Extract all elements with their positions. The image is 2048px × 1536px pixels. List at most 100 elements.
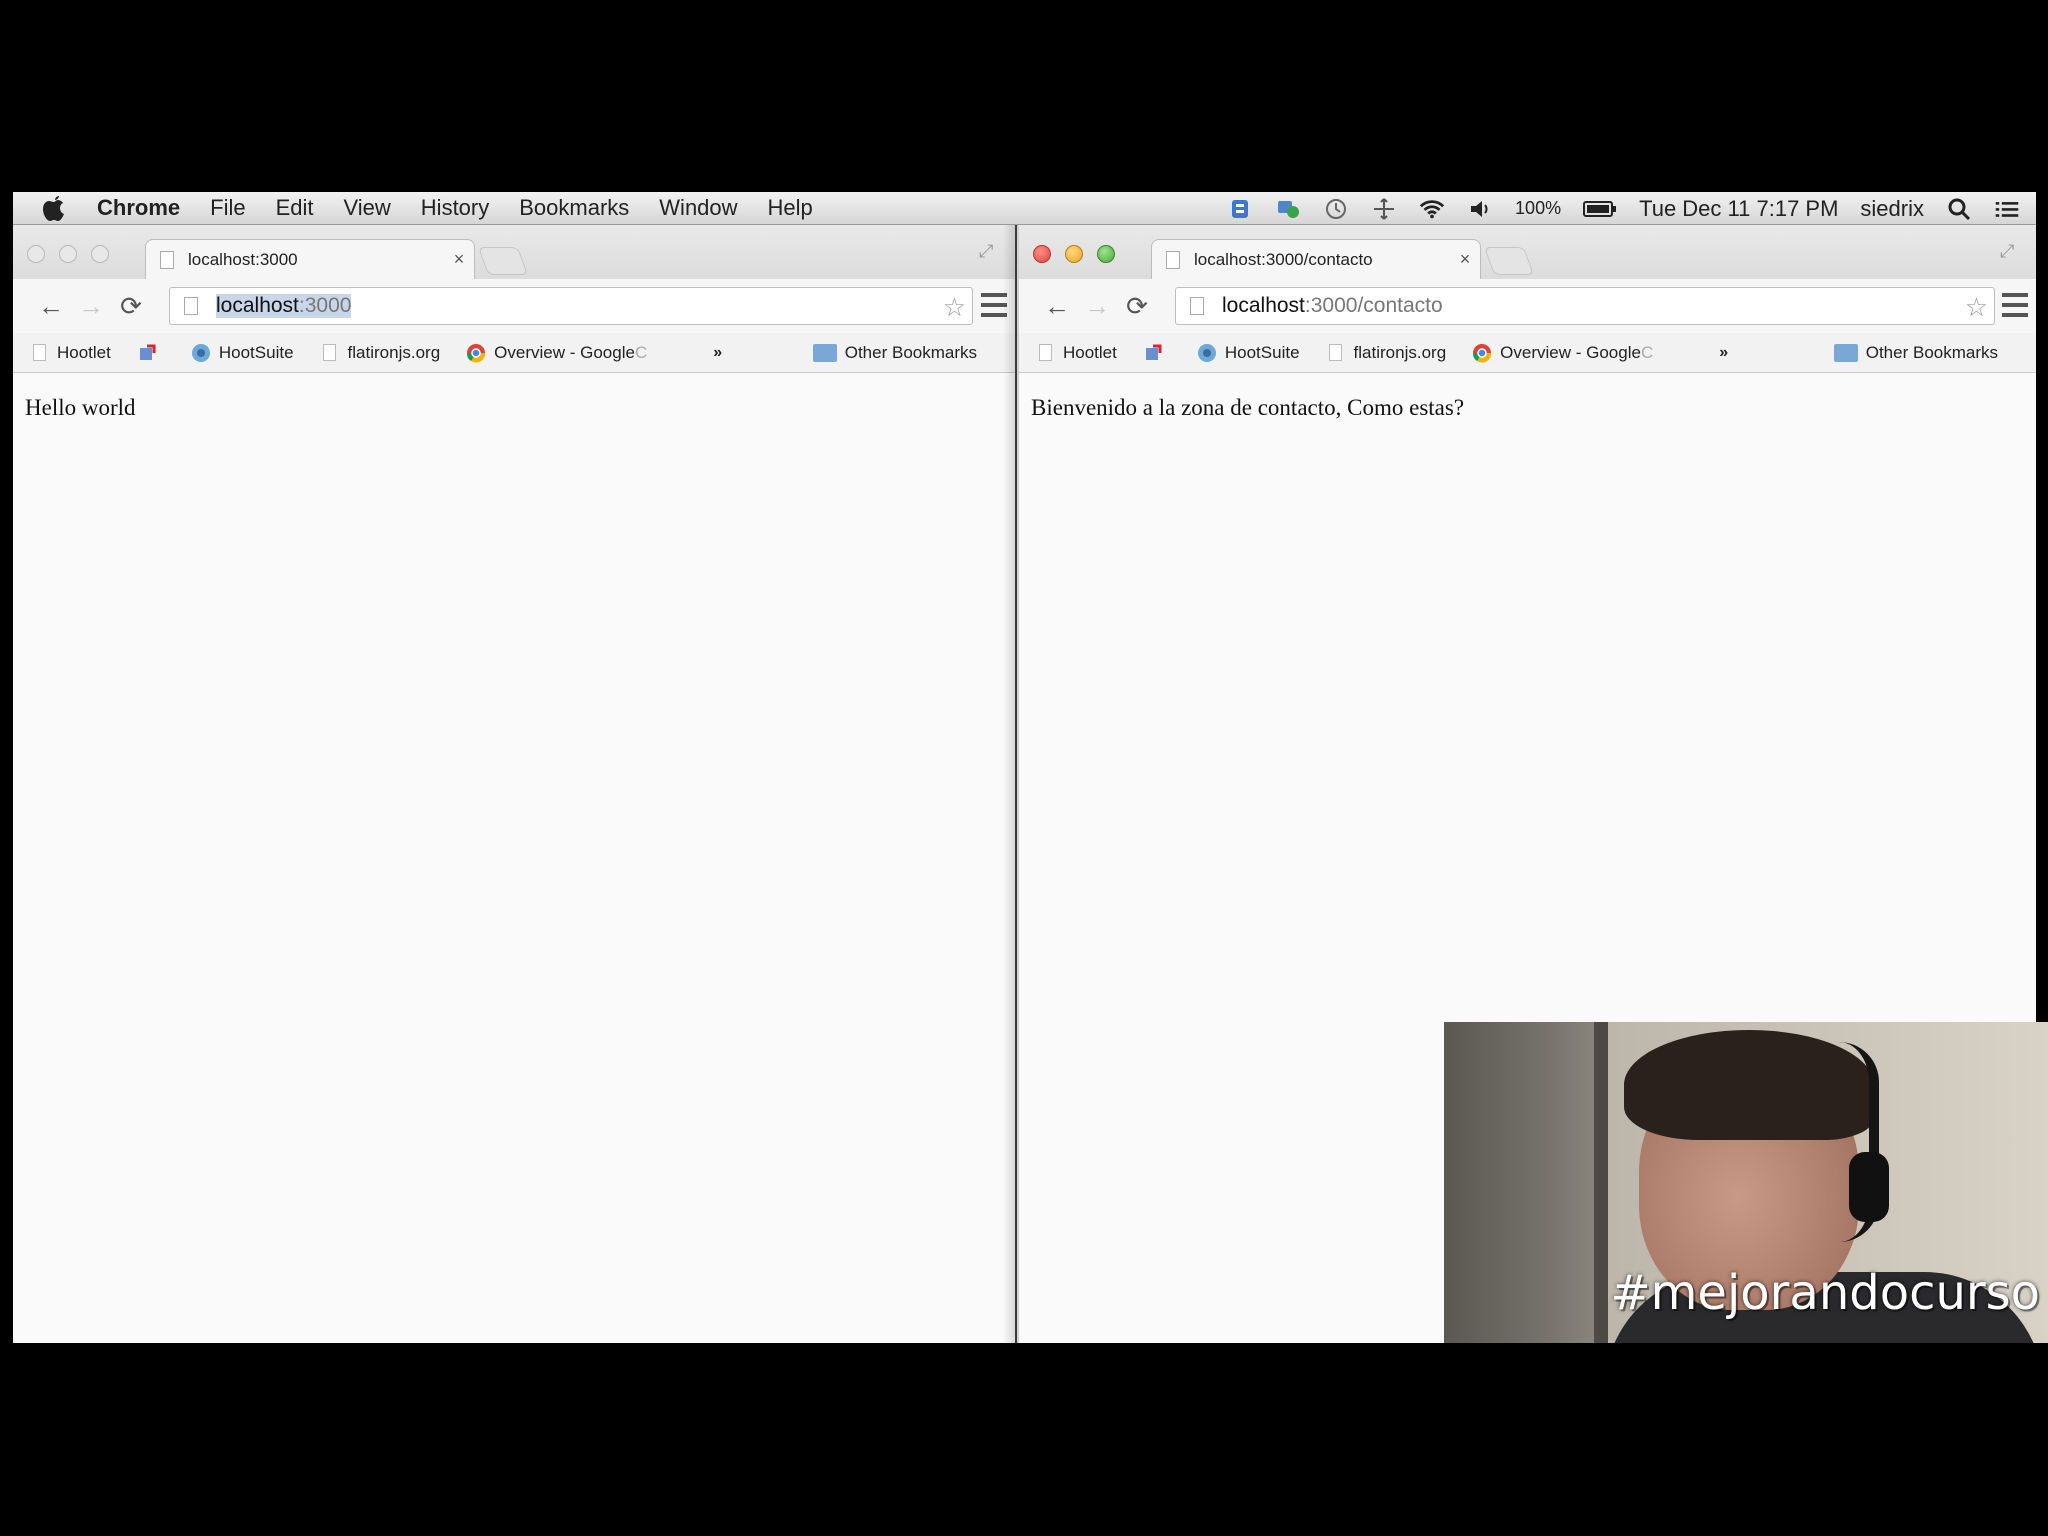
zoom-window-button[interactable] xyxy=(91,245,109,263)
bookmarks-overflow-chevron[interactable]: » xyxy=(1719,344,1728,362)
forward-button[interactable]: → xyxy=(71,286,111,326)
headset-earcup xyxy=(1849,1152,1889,1222)
address-bar[interactable]: localhost:3000/contacto ☆ xyxy=(1175,287,1995,325)
other-bookmarks-folder[interactable]: Other Bookmarks xyxy=(812,343,977,363)
folder-icon xyxy=(812,343,837,362)
volume-icon[interactable] xyxy=(1467,196,1493,222)
time-machine-icon[interactable] xyxy=(1323,196,1349,222)
dropbox-icon[interactable] xyxy=(1227,196,1253,222)
url-text[interactable]: localhost:3000 xyxy=(216,294,352,318)
reload-button[interactable]: ⟳ xyxy=(111,286,151,326)
hootsuite-icon xyxy=(191,343,211,363)
bookmark-overview-google[interactable]: Overview - Google C xyxy=(466,343,647,363)
tab-localhost-contacto[interactable]: localhost:3000/contacto × xyxy=(1151,239,1481,279)
bookmark-hootlet[interactable]: Hootlet xyxy=(29,343,111,363)
page-icon xyxy=(29,343,49,363)
menubar-user[interactable]: siedrix xyxy=(1860,196,1924,222)
bookmarks-overflow-chevron[interactable]: » xyxy=(713,344,722,362)
other-bookmarks-folder[interactable]: Other Bookmarks xyxy=(1833,343,1998,363)
presenter-hair xyxy=(1624,1030,1874,1140)
menu-app-chrome[interactable]: Chrome xyxy=(97,195,180,221)
app-link-icon xyxy=(137,343,157,363)
menu-bookmarks[interactable]: Bookmarks xyxy=(519,195,629,221)
app-link-icon xyxy=(1143,343,1163,363)
browser-toolbar: ← → ⟳ localhost:3000/contacto ☆ xyxy=(1019,279,2036,333)
back-button[interactable]: ← xyxy=(31,286,71,326)
page-icon xyxy=(160,250,174,269)
page-text: Hello world xyxy=(25,395,136,420)
new-tab-button[interactable] xyxy=(477,247,529,275)
menubar-clock[interactable]: Tue Dec 11 7:17 PM xyxy=(1639,196,1838,222)
fullscreen-icon[interactable]: ⤢ xyxy=(2000,241,2022,263)
back-button[interactable]: ← xyxy=(1037,286,1077,326)
close-window-button[interactable] xyxy=(27,245,45,263)
new-tab-button[interactable] xyxy=(1483,247,1535,275)
window-controls xyxy=(27,245,109,263)
browser-window-left: localhost:3000 × ⤢ ← → ⟳ localhost:3000 … xyxy=(13,225,1017,1343)
zoom-window-button[interactable] xyxy=(1097,245,1115,263)
minimize-window-button[interactable] xyxy=(1065,245,1083,263)
fullscreen-icon[interactable]: ⤢ xyxy=(979,241,1001,263)
webcam-caption: #mejorandocurso xyxy=(1610,1265,2040,1321)
bookmarks-bar: Hootlet HootSuite flatironjs.org Overvie… xyxy=(1019,333,2036,373)
bookmark-hootsuite[interactable]: HootSuite xyxy=(1197,343,1300,363)
bookmark-hootsuite[interactable]: HootSuite xyxy=(191,343,294,363)
webcam-wall xyxy=(1444,1022,1604,1343)
sync-icon[interactable] xyxy=(1275,196,1301,222)
mac-menu-bar: Chrome File Edit View History Bookmarks … xyxy=(13,192,2036,225)
address-bar[interactable]: localhost:3000 ☆ xyxy=(169,287,973,325)
tab-title: localhost:3000 xyxy=(188,249,298,269)
menu-file[interactable]: File xyxy=(210,195,245,221)
page-icon xyxy=(1326,343,1346,363)
menu-history[interactable]: History xyxy=(421,195,489,221)
tab-title: localhost:3000/contacto xyxy=(1194,249,1373,269)
page-icon xyxy=(320,343,340,363)
spotlight-search-icon[interactable] xyxy=(1946,196,1972,222)
page-icon xyxy=(184,297,198,315)
tab-localhost[interactable]: localhost:3000 × xyxy=(145,239,475,279)
url-text[interactable]: localhost:3000/contacto xyxy=(1222,294,1443,318)
menu-help[interactable]: Help xyxy=(768,195,813,221)
menu-edit[interactable]: Edit xyxy=(276,195,314,221)
titlebar: localhost:3000 × ⤢ xyxy=(13,225,1015,279)
page-icon xyxy=(1166,250,1180,269)
chrome-icon xyxy=(1472,343,1492,363)
chrome-menu-button[interactable] xyxy=(981,293,1007,317)
tab-close-icon[interactable]: × xyxy=(444,249,474,270)
tab-close-icon[interactable]: × xyxy=(1450,249,1480,270)
bookmark-star-icon[interactable]: ☆ xyxy=(1965,292,1988,323)
page-icon xyxy=(1190,297,1204,315)
browser-toolbar: ← → ⟳ localhost:3000 ☆ xyxy=(13,279,1015,333)
page-text: Bienvenido a la zona de contacto, Como e… xyxy=(1031,395,1465,420)
battery-percent: 100% xyxy=(1515,198,1562,218)
close-window-button[interactable] xyxy=(1033,245,1051,263)
battery-icon[interactable] xyxy=(1583,196,1617,222)
webcam-overlay: #mejorandocurso xyxy=(1444,1022,2048,1343)
bookmark-app[interactable] xyxy=(137,343,165,363)
bookmark-overview-google[interactable]: Overview - Google C xyxy=(1472,343,1653,363)
notification-center-icon[interactable] xyxy=(1994,196,2020,222)
bookmark-flatironjs[interactable]: flatironjs.org xyxy=(1326,343,1446,363)
page-icon xyxy=(1035,343,1055,363)
chrome-menu-button[interactable] xyxy=(2002,293,2028,317)
bookmark-star-icon[interactable]: ☆ xyxy=(943,292,966,323)
menu-window[interactable]: Window xyxy=(659,195,737,221)
bookmark-flatironjs[interactable]: flatironjs.org xyxy=(320,343,440,363)
webcam-doorframe xyxy=(1594,1022,1608,1343)
forward-button[interactable]: → xyxy=(1077,286,1117,326)
page-content: Hello world xyxy=(13,373,1015,1343)
titlebar: localhost:3000/contacto × ⤢ xyxy=(1019,225,2036,279)
bookmarks-bar: Hootlet HootSuite flatironjs.org Overvie… xyxy=(13,333,1015,373)
window-controls xyxy=(1033,245,1115,263)
hootsuite-icon xyxy=(1197,343,1217,363)
bookmark-hootlet[interactable]: Hootlet xyxy=(1035,343,1117,363)
reload-button[interactable]: ⟳ xyxy=(1117,286,1157,326)
wifi-icon[interactable] xyxy=(1419,196,1445,222)
menu-view[interactable]: View xyxy=(344,195,391,221)
apple-icon[interactable] xyxy=(41,194,71,222)
bookmark-app[interactable] xyxy=(1143,343,1171,363)
minimize-window-button[interactable] xyxy=(59,245,77,263)
folder-icon xyxy=(1833,343,1858,362)
chrome-icon xyxy=(466,343,486,363)
bluetooth-move-icon[interactable] xyxy=(1371,196,1397,222)
